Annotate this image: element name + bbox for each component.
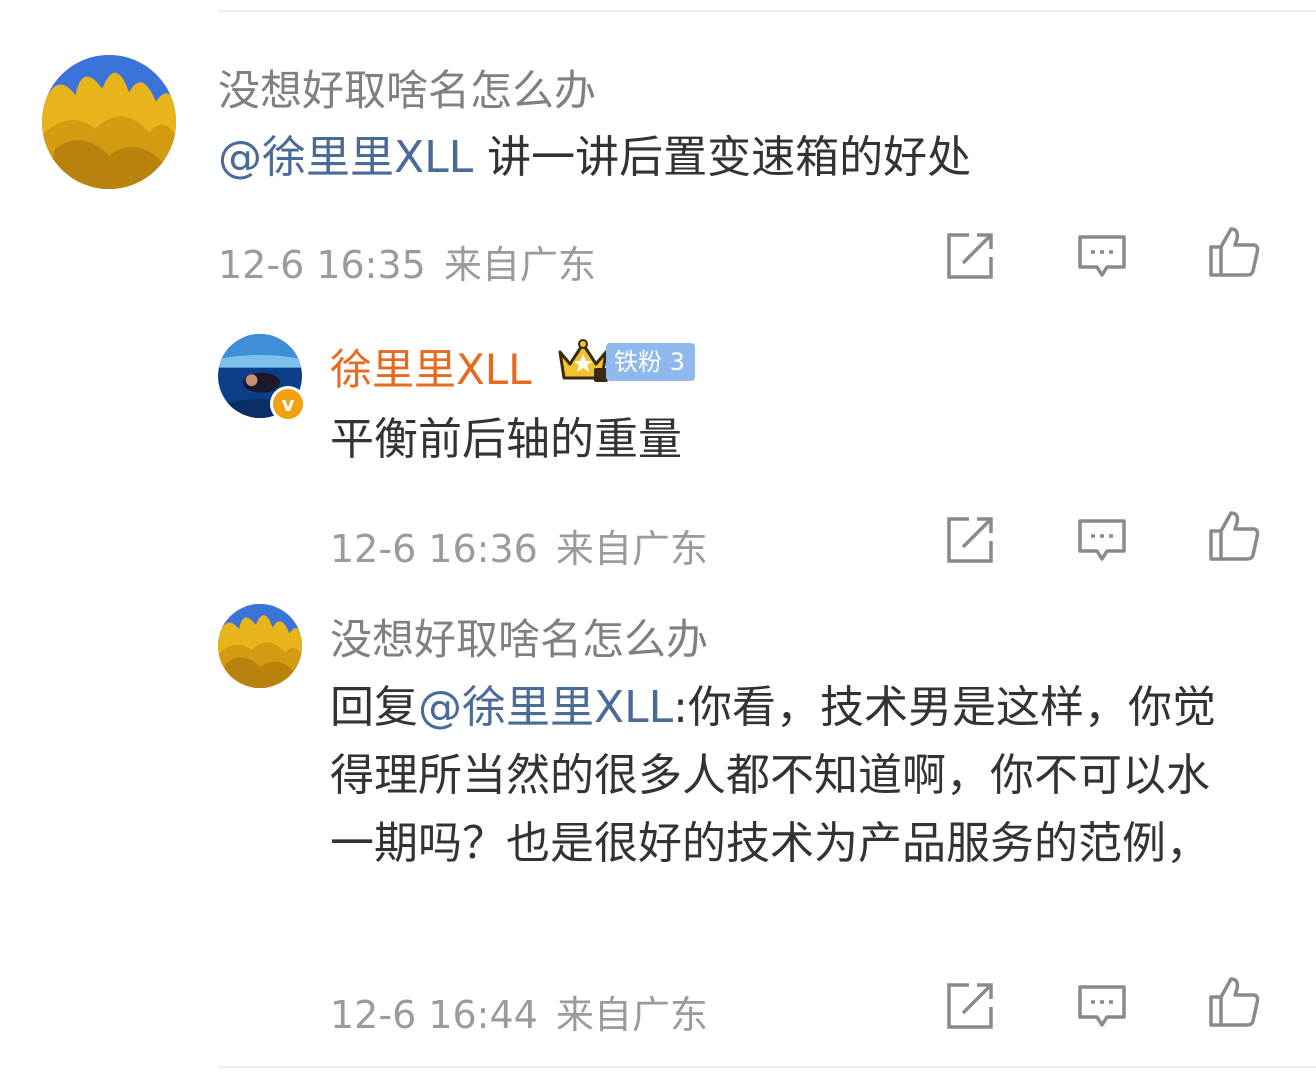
commenter-avatar[interactable]	[218, 604, 302, 688]
fan-badge: 铁粉 3	[606, 343, 695, 381]
share-icon	[947, 983, 993, 1029]
like-icon	[1209, 227, 1260, 277]
comment-icon	[1078, 519, 1126, 561]
crown-icon	[556, 338, 610, 384]
comment-icon	[1078, 235, 1126, 277]
commenter-username[interactable]: 没想好取啥名怎么办	[218, 57, 596, 118]
like-button[interactable]	[1207, 225, 1261, 279]
author-username[interactable]: 徐里里XLL	[330, 336, 532, 397]
comment-button[interactable]	[1075, 979, 1129, 1033]
reply-location: 来自广东	[555, 527, 708, 571]
reply-meta: 12-6 16:36 来自广东	[330, 518, 708, 573]
comment-location: 来自广东	[443, 243, 596, 287]
reply-time: 12-6 16:36	[330, 527, 538, 571]
reply-meta: 12-6 16:44 来自广东	[330, 984, 708, 1039]
like-button[interactable]	[1207, 975, 1261, 1029]
comment-body: 讲一讲后置变速箱的好处	[473, 132, 972, 183]
reply-username[interactable]: 没想好取啥名怎么办	[330, 606, 708, 667]
reply-prefix: 回复	[330, 682, 418, 733]
reply-time: 12-6 16:44	[330, 993, 538, 1037]
like-icon	[1209, 977, 1260, 1027]
mention-link[interactable]: @徐里里XLL	[218, 132, 473, 183]
share-button[interactable]	[943, 513, 997, 567]
reply-location: 来自广东	[555, 993, 708, 1037]
comment-text: @徐里里XLL 讲一讲后置变速箱的好处	[218, 124, 1278, 192]
commenter-avatar[interactable]	[42, 55, 176, 189]
share-icon	[947, 517, 993, 563]
verified-badge: v	[270, 386, 306, 422]
comment-icon	[1078, 985, 1126, 1027]
comment-thread: 没想好取啥名怎么办 @徐里里XLL 讲一讲后置变速箱的好处 12-6 16:35…	[0, 0, 1316, 1079]
bottom-divider	[218, 1066, 1316, 1068]
top-divider	[218, 10, 1316, 12]
like-button[interactable]	[1207, 509, 1261, 563]
comment-button[interactable]	[1075, 229, 1129, 283]
reply-text: 回复@徐里里XLL:你看，技术男是这样，你觉得理所当然的很多人都不知道啊，你不可…	[330, 674, 1240, 878]
share-button[interactable]	[943, 979, 997, 1033]
reply-text: 平衡前后轴的重量	[330, 414, 682, 465]
comment-button[interactable]	[1075, 513, 1129, 567]
share-button[interactable]	[943, 229, 997, 283]
like-icon	[1209, 511, 1260, 561]
comment-meta: 12-6 16:35 来自广东	[218, 234, 596, 289]
comment-time: 12-6 16:35	[218, 243, 426, 287]
mention-link[interactable]: @徐里里XLL	[418, 682, 673, 733]
share-icon	[947, 233, 993, 279]
